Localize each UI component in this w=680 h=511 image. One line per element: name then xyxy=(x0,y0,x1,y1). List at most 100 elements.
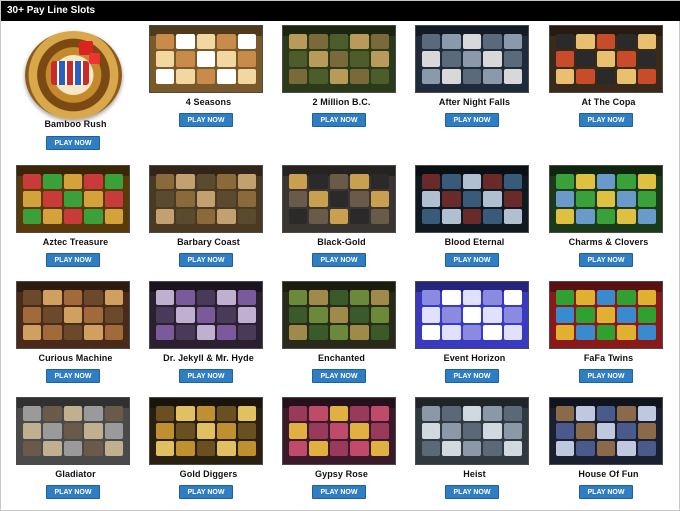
slot-symbol-icon xyxy=(442,290,461,306)
slot-symbol-icon xyxy=(556,324,575,340)
play-now-button[interactable]: PLAY NOW xyxy=(445,485,499,499)
play-now-button[interactable]: PLAY NOW xyxy=(312,113,366,127)
slot-symbol-icon xyxy=(329,34,349,50)
game-thumbnail[interactable] xyxy=(549,25,663,93)
play-now-button[interactable]: PLAY NOW xyxy=(445,113,499,127)
slot-reels xyxy=(289,406,389,456)
game-thumbnail[interactable] xyxy=(282,165,396,233)
play-now-button[interactable]: PLAY NOW xyxy=(46,136,100,150)
game-thumbnail[interactable] xyxy=(415,25,529,93)
slot-symbol-icon xyxy=(104,307,123,323)
slot-reels xyxy=(422,290,522,340)
slot-symbol-icon xyxy=(370,440,389,456)
play-now-button[interactable]: PLAY NOW xyxy=(46,485,100,499)
slot-symbol-icon xyxy=(483,324,502,340)
slot-symbol-icon xyxy=(237,423,256,439)
slot-symbol-icon xyxy=(637,34,656,50)
play-now-button[interactable]: PLAY NOW xyxy=(312,485,366,499)
slot-symbol-icon xyxy=(442,307,461,323)
slot-symbol-icon xyxy=(309,51,328,67)
game-title: Bamboo Rush xyxy=(44,119,107,129)
game-thumbnail[interactable] xyxy=(282,397,396,465)
slot-symbol-icon xyxy=(556,68,575,84)
game-thumbnail[interactable] xyxy=(149,397,263,465)
game-thumbnail[interactable] xyxy=(149,165,263,233)
slot-symbol-icon xyxy=(43,174,62,190)
slot-symbol-icon xyxy=(617,191,636,207)
play-now-button[interactable]: PLAY NOW xyxy=(46,253,100,267)
slot-symbol-icon xyxy=(596,51,616,67)
slot-symbol-icon xyxy=(503,68,522,84)
game-thumbnail[interactable] xyxy=(549,397,663,465)
game-thumbnail[interactable] xyxy=(282,25,396,93)
slot-symbol-icon xyxy=(156,440,175,456)
play-now-button[interactable]: PLAY NOW xyxy=(579,485,633,499)
slot-symbol-icon xyxy=(43,307,62,323)
slot-symbol-icon xyxy=(217,324,236,340)
play-now-button[interactable]: PLAY NOW xyxy=(445,253,499,267)
slot-symbol-icon xyxy=(483,406,502,422)
play-now-button[interactable]: PLAY NOW xyxy=(312,369,366,383)
slot-symbol-icon xyxy=(350,406,369,422)
game-thumbnail[interactable] xyxy=(16,397,130,465)
slot-symbol-icon xyxy=(556,440,575,456)
slot-symbol-icon xyxy=(196,307,216,323)
game-thumbnail[interactable] xyxy=(17,25,131,119)
slot-symbol-icon xyxy=(329,51,349,67)
slot-reels xyxy=(422,174,522,224)
slot-symbol-icon xyxy=(422,174,441,190)
slot-symbol-icon xyxy=(217,68,236,84)
slot-symbol-icon xyxy=(156,324,175,340)
slot-symbol-icon xyxy=(43,290,62,306)
game-title: Gold Diggers xyxy=(179,469,238,479)
play-now-button[interactable]: PLAY NOW xyxy=(46,369,100,383)
game-thumbnail[interactable] xyxy=(16,281,130,349)
slot-symbol-icon xyxy=(370,34,389,50)
slot-symbol-icon xyxy=(350,440,369,456)
slot-symbol-icon xyxy=(217,191,236,207)
game-thumbnail[interactable] xyxy=(549,281,663,349)
slot-symbol-icon xyxy=(483,208,502,224)
slot-symbol-icon xyxy=(370,307,389,323)
slot-symbol-icon xyxy=(422,440,441,456)
game-thumbnail[interactable] xyxy=(415,165,529,233)
slot-symbol-icon xyxy=(84,208,103,224)
game-thumbnail[interactable] xyxy=(16,165,130,233)
game-thumbnail[interactable] xyxy=(149,25,263,93)
play-now-button[interactable]: PLAY NOW xyxy=(445,369,499,383)
game-thumbnail[interactable] xyxy=(282,281,396,349)
slot-symbol-icon xyxy=(637,324,656,340)
slot-symbol-icon xyxy=(462,423,482,439)
play-now-button[interactable]: PLAY NOW xyxy=(179,369,233,383)
play-now-button[interactable]: PLAY NOW xyxy=(579,253,633,267)
play-now-button[interactable]: PLAY NOW xyxy=(179,253,233,267)
slot-symbol-icon xyxy=(84,174,103,190)
play-now-button[interactable]: PLAY NOW xyxy=(179,485,233,499)
slot-reels xyxy=(23,406,123,456)
game-title: Charms & Clovers xyxy=(568,237,649,247)
game-thumbnail[interactable] xyxy=(149,281,263,349)
slot-symbol-icon xyxy=(442,208,461,224)
slot-symbol-icon xyxy=(596,34,616,50)
game-thumbnail[interactable] xyxy=(415,281,529,349)
slot-symbol-icon xyxy=(63,423,83,439)
slot-symbol-icon xyxy=(104,440,123,456)
play-now-button[interactable]: PLAY NOW xyxy=(179,113,233,127)
play-now-button[interactable]: PLAY NOW xyxy=(579,369,633,383)
play-now-button[interactable]: PLAY NOW xyxy=(579,113,633,127)
slot-symbol-icon xyxy=(370,208,389,224)
game-thumbnail[interactable] xyxy=(549,165,663,233)
slot-symbol-icon xyxy=(350,208,369,224)
game-thumbnail[interactable] xyxy=(415,397,529,465)
slot-symbol-icon xyxy=(503,34,522,50)
play-now-button[interactable]: PLAY NOW xyxy=(312,253,366,267)
slot-symbol-icon xyxy=(576,51,595,67)
slot-symbol-icon xyxy=(43,208,62,224)
slot-reels xyxy=(422,406,522,456)
slot-reels xyxy=(556,34,656,84)
slot-symbol-icon xyxy=(637,423,656,439)
slot-symbol-icon xyxy=(617,174,636,190)
slot-symbol-icon xyxy=(422,290,441,306)
slot-symbol-icon xyxy=(483,307,502,323)
slot-symbol-icon xyxy=(462,406,482,422)
